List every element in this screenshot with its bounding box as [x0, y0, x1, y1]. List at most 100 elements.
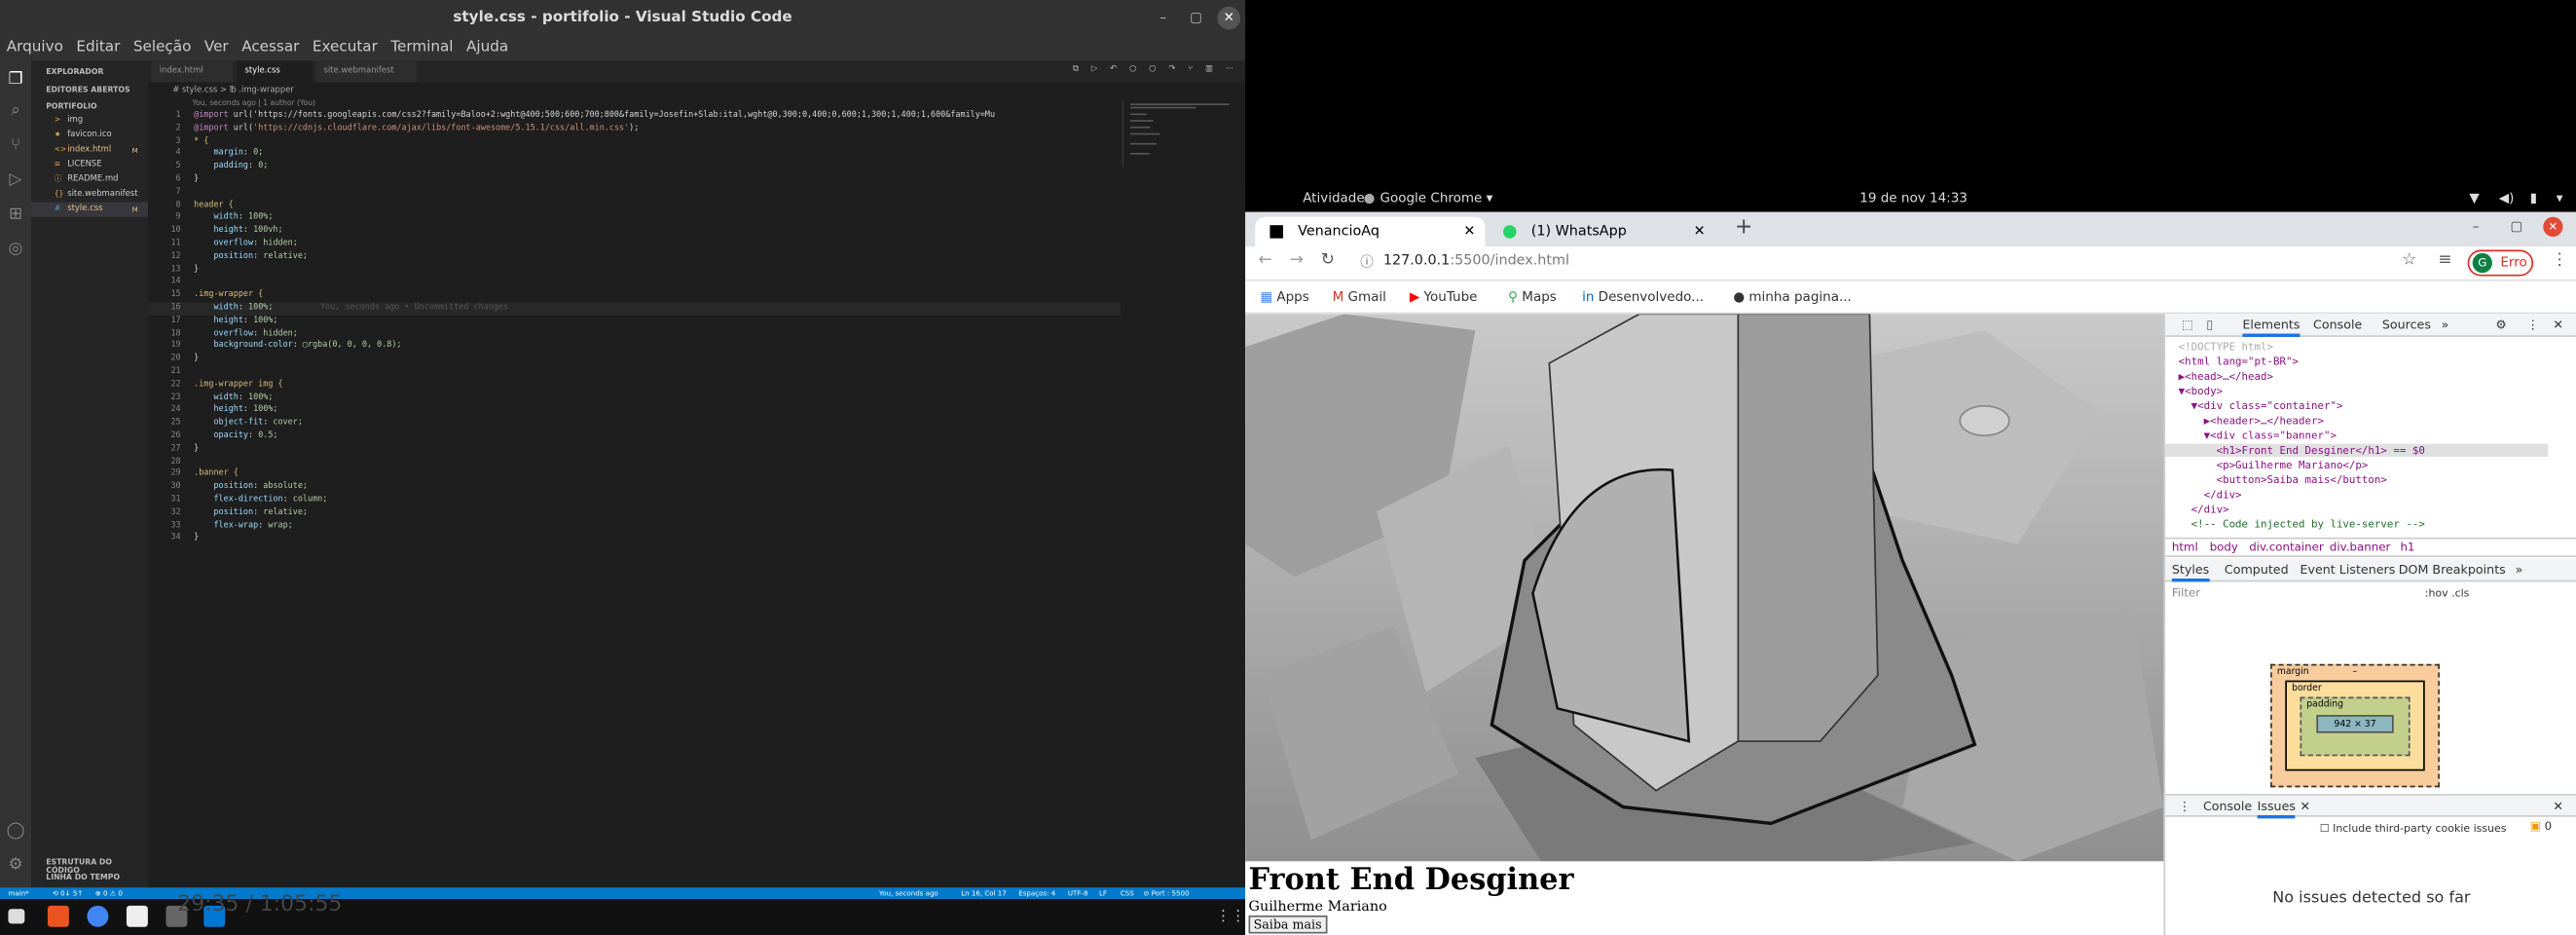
- clock[interactable]: 19 de nov 14:33: [1859, 186, 1968, 212]
- bookmark-youtube[interactable]: ▶ YouTube: [1410, 289, 1478, 304]
- tree-item-license[interactable]: ≡ LICENSE: [31, 158, 148, 172]
- editor-actions[interactable]: ⧉ ▷ ↶ ○ ○ ↷ ⑂ ▥ ⋯: [1073, 64, 1238, 74]
- tab-sources[interactable]: Sources: [2382, 314, 2431, 337]
- bookmark-github[interactable]: ● minha pagina...: [1733, 289, 1852, 304]
- third-party-checkbox[interactable]: ☐ Include third-party cookie issues: [2320, 822, 2507, 836]
- code-line[interactable]: 20}: [148, 354, 1121, 366]
- code-line[interactable]: 34}: [148, 533, 1121, 545]
- code-line[interactable]: 8 header {: [148, 200, 1121, 212]
- minimize-icon[interactable]: –: [2473, 218, 2480, 233]
- code-line[interactable]: 25 object-fit: cover;: [148, 418, 1121, 430]
- code-line[interactable]: 24 height: 100%;: [148, 405, 1121, 418]
- git-sync[interactable]: ⟲ 0↓ 5↑: [53, 887, 83, 899]
- tree-item-readme[interactable]: ⓘ README.md: [31, 172, 148, 187]
- gear-icon[interactable]: ⚙: [5, 855, 26, 877]
- encoding[interactable]: UTF-8: [1068, 887, 1088, 899]
- tab-dom-breakpoints[interactable]: DOM Breakpoints: [2399, 559, 2506, 582]
- tab-console[interactable]: Console: [2313, 314, 2362, 337]
- menu-ajuda[interactable]: Ajuda: [466, 36, 508, 60]
- codelens-blame[interactable]: You, seconds ago | 1 author (You): [192, 100, 315, 108]
- menu-ver[interactable]: Ver: [204, 36, 229, 60]
- forward-icon[interactable]: →: [1290, 251, 1304, 270]
- hov-cls-toggle[interactable]: :hov .cls: [2425, 586, 2470, 600]
- bookmark-linkedin[interactable]: in Desenvolvedo...: [1582, 289, 1704, 304]
- tree-item-webmanifest[interactable]: {} site.webmanifest: [31, 187, 148, 202]
- styles-filter-input[interactable]: Filter: [2172, 586, 2418, 605]
- tab-event-listeners[interactable]: Event Listeners: [2300, 559, 2396, 582]
- code-line[interactable]: 10 height: 100vh;: [148, 225, 1121, 238]
- dom-line[interactable]: <!DOCTYPE html>: [2179, 340, 2273, 354]
- taskbar-window-icon[interactable]: [8, 909, 25, 924]
- menu-acessar[interactable]: Acessar: [241, 36, 299, 60]
- ubuntu-app-icon[interactable]: [47, 905, 69, 927]
- code-editor[interactable]: 1 @import url('https://fonts.googleapis.c…: [147, 110, 1121, 545]
- inspect-icon[interactable]: ⬚: [2182, 314, 2193, 337]
- account-icon[interactable]: ◯: [5, 820, 26, 842]
- code-line[interactable]: 29 .banner {: [148, 468, 1121, 481]
- dom-line[interactable]: ▼<div class="container">: [2179, 399, 2343, 413]
- search-icon[interactable]: ⌕: [5, 100, 26, 122]
- close-drawer-icon[interactable]: ✕: [2553, 796, 2563, 819]
- close-icon[interactable]: ✕: [2300, 796, 2311, 819]
- dom-line[interactable]: <button>Saiba mais</button>: [2179, 473, 2387, 487]
- activities-button[interactable]: Atividades: [1303, 186, 1372, 212]
- tab-site-webmanifest[interactable]: site.webmanifest: [315, 60, 418, 83]
- more-tabs-icon[interactable]: »: [2516, 559, 2523, 582]
- dom-line[interactable]: <!-- Code injected by live-server -->: [2179, 518, 2425, 532]
- code-line[interactable]: 5 padding: 0;: [148, 162, 1121, 174]
- dom-line[interactable]: ▶<header>…</header>: [2179, 414, 2324, 428]
- reading-list-icon[interactable]: ≡: [2438, 251, 2451, 270]
- code-line[interactable]: 21: [148, 366, 1121, 379]
- code-line[interactable]: 1 @import url('https://fonts.googleapis.c…: [148, 110, 1121, 123]
- indentation[interactable]: Espaços: 4: [1018, 887, 1055, 899]
- language-mode[interactable]: CSS: [1121, 887, 1134, 899]
- code-line[interactable]: 15 .img-wrapper {: [148, 289, 1121, 302]
- status-blame[interactable]: You, seconds ago: [879, 887, 938, 899]
- tree-item-index-html[interactable]: <>index.html M: [31, 143, 148, 158]
- tab-whatsapp[interactable]: (1) WhatsApp ✕: [1489, 217, 1715, 246]
- eol[interactable]: LF: [1099, 887, 1107, 899]
- tree-item-style-css[interactable]: # style.css M: [31, 202, 148, 217]
- code-line[interactable]: 27}: [148, 443, 1121, 456]
- code-line[interactable]: 4 margin: 0;: [148, 149, 1121, 162]
- new-tab-button[interactable]: +: [1735, 215, 1752, 240]
- code-line[interactable]: 33 flex-wrap: wrap;: [148, 520, 1121, 533]
- timeline-section[interactable]: LINHA DO TEMPO: [46, 875, 120, 882]
- dom-line[interactable]: ▼<div class="banner">: [2179, 429, 2337, 442]
- code-line[interactable]: 18 overflow: hidden;: [148, 328, 1121, 341]
- dom-line[interactable]: ▶<head>…</head>: [2179, 370, 2273, 384]
- remote-icon[interactable]: ◎: [5, 239, 26, 260]
- code-line[interactable]: 13}: [148, 264, 1121, 277]
- info-icon[interactable]: ⓘ: [1360, 253, 1374, 272]
- crumb-banner[interactable]: div.banner: [2330, 541, 2390, 554]
- tab-close-icon[interactable]: ✕: [1694, 217, 1706, 246]
- menu-terminal[interactable]: Terminal: [390, 36, 453, 60]
- menu-selecao[interactable]: Seleção: [133, 36, 192, 60]
- bookmark-apps[interactable]: ▦ Apps: [1260, 289, 1308, 304]
- battery-icon[interactable]: ▮: [2530, 186, 2537, 212]
- code-line[interactable]: 9 width: 100%;: [148, 212, 1121, 225]
- dom-line[interactable]: </div>: [2179, 503, 2229, 516]
- saiba-mais-button[interactable]: Saiba mais: [1248, 915, 1327, 934]
- code-line[interactable]: 31 flex-direction: column;: [148, 495, 1121, 507]
- minimize-icon[interactable]: –: [1152, 7, 1175, 30]
- code-line[interactable]: 32 position: relative;: [148, 507, 1121, 520]
- drawer-menu-icon[interactable]: ⋮: [2179, 796, 2191, 819]
- menu-executar[interactable]: Executar: [313, 36, 378, 60]
- code-line[interactable]: 14: [148, 277, 1121, 289]
- kebab-menu-icon[interactable]: ⋮: [2526, 314, 2539, 337]
- device-toolbar-icon[interactable]: ▯: [2206, 314, 2213, 337]
- chrome-app-icon[interactable]: [87, 905, 109, 927]
- volume-icon[interactable]: ◀): [2499, 186, 2515, 212]
- maximize-icon[interactable]: ▢: [1185, 7, 1208, 30]
- breadcrumb[interactable]: # style.css > ℔ .img-wrapper: [148, 82, 1245, 100]
- files-icon[interactable]: ❐: [5, 69, 26, 91]
- kebab-menu-icon[interactable]: ⋮: [2552, 251, 2568, 270]
- dom-line[interactable]: </div>: [2179, 488, 2242, 502]
- crumb-html[interactable]: html: [2172, 541, 2198, 554]
- code-line[interactable]: 17 height: 100%;: [148, 316, 1121, 328]
- dom-line[interactable]: <p>Guilherme Mariano</p>: [2179, 459, 2369, 472]
- tree-item-favicon[interactable]: ★ favicon.ico: [31, 129, 148, 143]
- extensions-icon[interactable]: ⊞: [5, 204, 26, 225]
- tab-venancioaq[interactable]: VenancioAq ✕: [1255, 216, 1486, 247]
